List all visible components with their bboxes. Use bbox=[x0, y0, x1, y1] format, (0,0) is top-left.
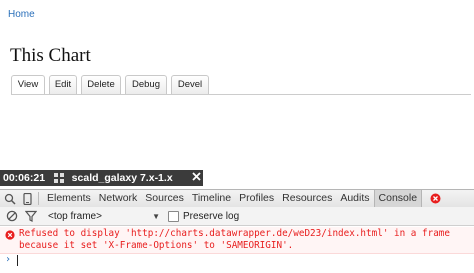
message-line-2: because it set 'X-Frame-Options' to 'SAM… bbox=[19, 240, 294, 251]
tab-view[interactable]: View bbox=[11, 75, 45, 95]
chevron-down-icon: ▼ bbox=[152, 211, 160, 221]
devtools-toolbar: Elements Network Sources Timeline Profil… bbox=[0, 189, 474, 208]
tab-edit[interactable]: Edit bbox=[49, 75, 77, 95]
preserve-log-checkbox[interactable] bbox=[168, 210, 179, 222]
tab-sources[interactable]: Sources bbox=[141, 190, 188, 207]
tabs-baseline bbox=[11, 94, 471, 95]
text-caret bbox=[17, 255, 18, 266]
console-error-message: Refused to display 'http://charts.datawr… bbox=[0, 227, 474, 254]
status-time: 00:06:21 bbox=[3, 172, 46, 184]
console-filter-bar: <top frame> ▼ Preserve log bbox=[0, 207, 474, 226]
status-branch: scald_galaxy 7.x-1.x bbox=[71, 172, 173, 184]
page-title: This Chart bbox=[10, 45, 91, 66]
local-tasks-tabs: View Edit Delete Debug Devel bbox=[11, 75, 213, 95]
environment-status-bar: 00:06:21 scald_galaxy 7.x-1.x bbox=[0, 170, 203, 186]
tab-devel[interactable]: Devel bbox=[171, 75, 209, 95]
error-icon[interactable] bbox=[430, 193, 441, 204]
tab-console[interactable]: Console bbox=[373, 190, 423, 207]
console-message-text: Refused to display 'http://charts.datawr… bbox=[19, 228, 450, 252]
tab-audits[interactable]: Audits bbox=[336, 190, 373, 207]
tab-profiles[interactable]: Profiles bbox=[235, 190, 278, 207]
tab-timeline[interactable]: Timeline bbox=[188, 190, 235, 207]
message-line-1: Refused to display 'http://charts.datawr… bbox=[19, 228, 450, 239]
filter-icon[interactable] bbox=[24, 209, 38, 223]
frame-select-value: <top frame> bbox=[48, 210, 102, 222]
error-icon bbox=[5, 230, 15, 244]
tab-resources[interactable]: Resources bbox=[278, 190, 336, 207]
tab-elements[interactable]: Elements bbox=[43, 190, 95, 207]
console-prompt[interactable]: › bbox=[0, 253, 474, 267]
clear-console-icon[interactable] bbox=[5, 209, 19, 223]
close-icon[interactable] bbox=[189, 172, 203, 184]
tab-debug[interactable]: Debug bbox=[125, 75, 167, 95]
toolbar-divider bbox=[38, 192, 39, 205]
tab-network[interactable]: Network bbox=[95, 190, 142, 207]
frame-select[interactable]: <top frame> ▼ bbox=[48, 211, 160, 222]
preserve-log-label: Preserve log bbox=[183, 210, 240, 222]
inspect-icon[interactable] bbox=[3, 190, 17, 207]
grid-icon bbox=[52, 173, 66, 183]
tab-delete[interactable]: Delete bbox=[81, 75, 121, 95]
prompt-chevron-icon: › bbox=[5, 254, 12, 265]
device-mode-icon[interactable] bbox=[20, 190, 34, 207]
home-link[interactable]: Home bbox=[8, 9, 35, 20]
